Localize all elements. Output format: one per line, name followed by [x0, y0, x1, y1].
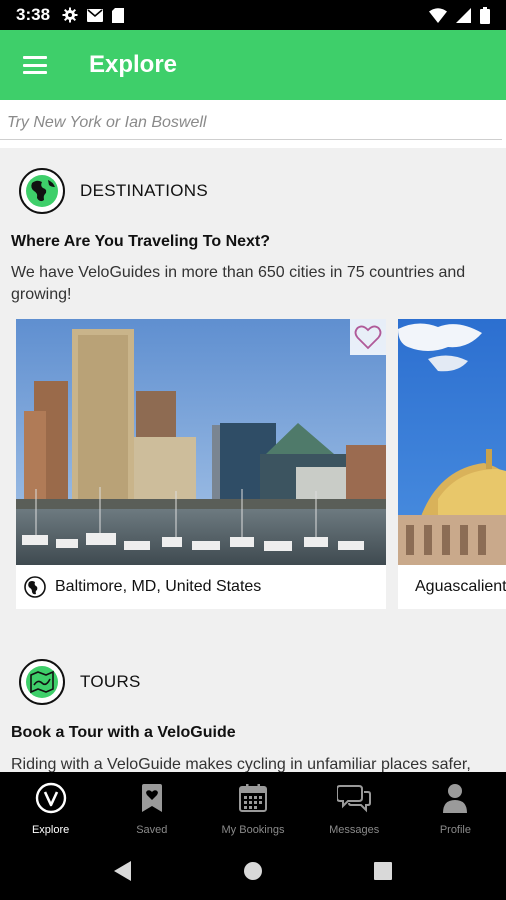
search-bar: [0, 100, 506, 148]
status-bar: 3:38: [0, 0, 506, 30]
calendar-icon: [239, 784, 267, 812]
nav-saved[interactable]: Saved: [101, 772, 202, 842]
heart-outline-icon: [354, 325, 382, 350]
recents-button[interactable]: [368, 856, 398, 886]
destinations-title: DESTINATIONS: [80, 181, 208, 200]
destination-photo: [16, 319, 386, 565]
system-navigation-bar: [0, 842, 506, 900]
tours-description: Riding with a VeloGuide makes cycling in…: [11, 756, 471, 772]
wifi-icon: [429, 7, 447, 23]
veloguide-logo-icon: [35, 782, 66, 814]
sd-card-icon: [112, 7, 125, 23]
destinations-heading: Where Are You Traveling To Next?: [11, 233, 271, 250]
card-footer: Baltimore, MD, United States: [16, 565, 386, 609]
destinations-description: We have VeloGuides in more than 650 citi…: [11, 264, 466, 303]
back-triangle-icon: [114, 861, 131, 881]
destinations-section-header: DESTINATIONS: [19, 168, 208, 214]
card-place-name: Baltimore, MD, United States: [55, 578, 262, 595]
home-circle-icon: [244, 862, 262, 880]
destination-card[interactable]: Aguascalientes: [398, 319, 506, 609]
bookmark-heart-icon: [141, 784, 162, 812]
destination-photo: [398, 319, 506, 565]
status-time: 3:38: [16, 5, 51, 24]
nav-profile[interactable]: Profile: [405, 772, 506, 842]
mail-icon: [87, 8, 104, 22]
globe-outline-icon: [24, 576, 46, 598]
destination-card[interactable]: Baltimore, MD, United States: [16, 319, 386, 609]
tours-heading: Book a Tour with a VeloGuide: [11, 724, 236, 741]
page-title: Explore: [89, 51, 178, 78]
nav-label: Profile: [439, 824, 471, 836]
nav-explore[interactable]: Explore: [0, 772, 101, 842]
favorite-button[interactable]: [350, 319, 386, 355]
cell-signal-icon: [456, 7, 471, 23]
nav-label: Saved: [136, 824, 168, 836]
card-footer: Aguascalientes: [398, 565, 506, 609]
menu-button[interactable]: [0, 30, 70, 100]
app-bar: Explore: [0, 30, 506, 100]
card-place-name: Aguascalientes: [415, 578, 506, 595]
tour-map-icon: [19, 659, 65, 705]
nav-messages[interactable]: Messages: [304, 772, 405, 842]
globe-icon: [19, 168, 65, 214]
settings-gear-icon: [62, 7, 78, 23]
tours-section-header: TOURS: [19, 659, 141, 705]
nav-label: Explore: [31, 824, 70, 836]
hamburger-menu-icon: [23, 56, 47, 74]
person-icon: [443, 784, 468, 813]
tours-title: TOURS: [80, 672, 141, 691]
bottom-navigation: Explore Saved My Bookings Messages Profi…: [0, 772, 506, 842]
battery-icon: [480, 6, 490, 24]
back-button[interactable]: [108, 856, 138, 886]
explore-content[interactable]: DESTINATIONS Where Are You Traveling To …: [0, 148, 506, 772]
chat-bubbles-icon: [337, 785, 372, 813]
nav-my-bookings[interactable]: My Bookings: [202, 772, 303, 842]
home-button[interactable]: [238, 856, 268, 886]
nav-label: Messages: [329, 824, 380, 836]
nav-label: My Bookings: [221, 824, 285, 836]
recents-square-icon: [374, 862, 392, 880]
search-input[interactable]: [0, 106, 502, 140]
